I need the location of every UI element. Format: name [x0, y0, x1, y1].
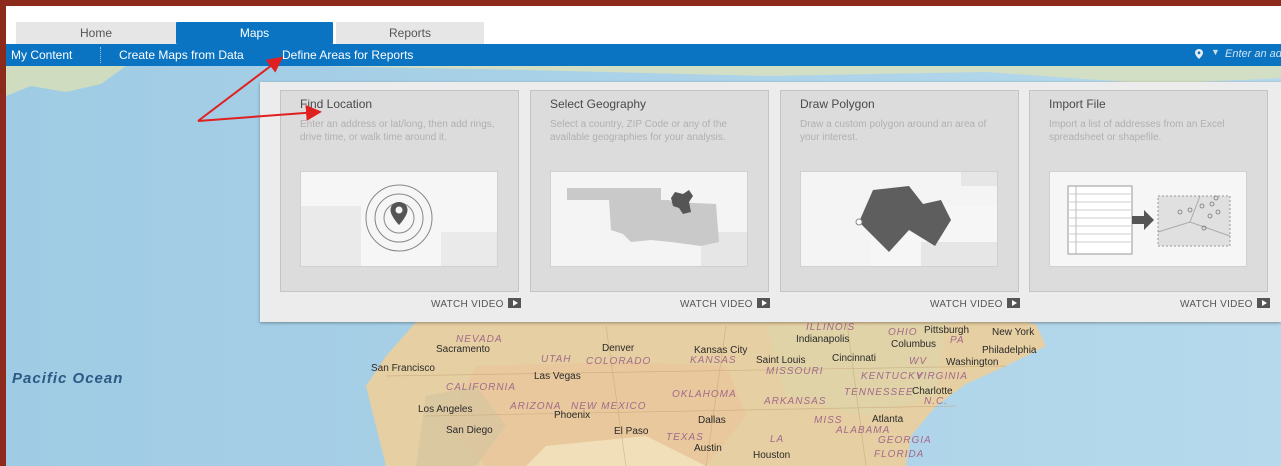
- watch-video-label: WATCH VIDEO: [431, 299, 504, 310]
- city-label: Indianapolis: [796, 334, 850, 345]
- city-label: Los Angeles: [418, 404, 473, 415]
- draw-polygon-card[interactable]: Draw Polygon Draw a custom polygon aroun…: [780, 90, 1019, 292]
- state-label: VIRGINIA: [916, 371, 968, 382]
- state-label: TENNESSEE: [844, 387, 914, 398]
- play-icon: [756, 298, 770, 308]
- city-label: Las Vegas: [534, 371, 581, 382]
- state-label: UTAH: [541, 354, 572, 365]
- city-label: Dallas: [698, 415, 726, 426]
- ocean-label: Pacific Ocean: [12, 370, 124, 387]
- card-title: Draw Polygon: [800, 97, 875, 111]
- play-icon: [1006, 298, 1020, 308]
- select-geography-watch-video-link[interactable]: WATCH VIDEO: [680, 298, 770, 310]
- select-geography-card[interactable]: Select Geography Select a country, ZIP C…: [530, 90, 769, 292]
- app-window: Home Maps Reports My Content Create Maps…: [6, 6, 1281, 466]
- state-label: OKLAHOMA: [672, 389, 737, 400]
- city-label: San Francisco: [371, 363, 435, 374]
- state-label: ARKANSAS: [764, 396, 827, 407]
- state-label: NEW MEXICO: [571, 401, 647, 412]
- state-label: N.C.: [924, 396, 948, 407]
- card-title: Import File: [1049, 97, 1106, 111]
- play-icon: [507, 298, 521, 308]
- my-content-link[interactable]: My Content: [11, 44, 72, 66]
- location-pin-icon[interactable]: [1195, 49, 1203, 59]
- city-label: Sacramento: [436, 344, 490, 355]
- city-label: Cincinnati: [832, 353, 876, 364]
- card-description: Select a country, ZIP Code or any of the…: [550, 119, 727, 143]
- card-description: Import a list of addresses from an Excel…: [1049, 119, 1225, 143]
- tab-maps[interactable]: Maps: [176, 22, 333, 44]
- state-label: CALIFORNIA: [446, 382, 517, 393]
- draw-polygon-watch-video-link[interactable]: WATCH VIDEO: [930, 298, 1020, 310]
- state-label: ARIZONA: [510, 401, 562, 412]
- find-location-watch-video-link[interactable]: WATCH VIDEO: [431, 298, 521, 310]
- location-rings-icon: [300, 171, 498, 267]
- sub-navigation-ribbon: My Content Create Maps from Data Define …: [6, 44, 1281, 66]
- watch-video-label: WATCH VIDEO: [930, 299, 1003, 310]
- city-label: Saint Louis: [756, 355, 806, 366]
- state-label: GEORGIA: [878, 435, 932, 446]
- state-label: WV: [909, 356, 928, 367]
- chevron-down-icon[interactable]: ▼: [1211, 47, 1220, 57]
- city-label: New York: [992, 327, 1035, 338]
- state-label: COLORADO: [586, 356, 652, 367]
- city-label: Philadelphia: [982, 345, 1037, 356]
- find-location-card[interactable]: Find Location Enter an address or lat/lo…: [280, 90, 519, 292]
- state-label: OHIO: [888, 327, 918, 338]
- card-description: Draw a custom polygon around an area of …: [800, 119, 987, 143]
- polygon-icon: [800, 171, 998, 267]
- state-map-icon: [550, 171, 748, 267]
- city-label: Columbus: [891, 339, 937, 350]
- state-label: NEVADA: [456, 334, 503, 345]
- address-search: ▼: [1191, 44, 1281, 66]
- tab-reports[interactable]: Reports: [336, 22, 484, 44]
- import-file-icon: [1049, 171, 1247, 267]
- define-areas-panel: Find Location Enter an address or lat/lo…: [260, 82, 1281, 322]
- state-label: FLORIDA: [874, 449, 925, 460]
- city-label: San Diego: [446, 425, 493, 436]
- city-label: Denver: [602, 343, 635, 354]
- play-icon: [1256, 298, 1270, 308]
- city-label: Washington: [946, 357, 999, 368]
- state-label: ILLINOIS: [806, 322, 856, 333]
- city-label: El Paso: [614, 426, 649, 437]
- address-search-input[interactable]: [1225, 45, 1281, 63]
- ribbon-separator: [100, 47, 102, 63]
- state-label: PA: [950, 335, 965, 346]
- watch-video-label: WATCH VIDEO: [680, 299, 753, 310]
- tab-home[interactable]: Home: [16, 22, 176, 44]
- state-label: KANSAS: [690, 355, 737, 366]
- state-label: KENTUCKY: [861, 371, 924, 382]
- card-title: Find Location: [300, 97, 373, 111]
- top-tab-bar: Home Maps Reports: [6, 6, 1281, 44]
- city-label: Austin: [694, 443, 722, 454]
- card-title: Select Geography: [550, 97, 647, 111]
- define-areas-for-reports-link[interactable]: Define Areas for Reports: [282, 44, 413, 66]
- city-label: Houston: [753, 450, 791, 461]
- watch-video-label: WATCH VIDEO: [1180, 299, 1253, 310]
- import-file-watch-video-link[interactable]: WATCH VIDEO: [1180, 298, 1270, 310]
- import-file-card[interactable]: Import File Import a list of addresses f…: [1029, 90, 1268, 292]
- create-maps-from-data-link[interactable]: Create Maps from Data: [119, 44, 244, 66]
- city-label: Atlanta: [872, 414, 904, 425]
- state-label: LA: [770, 434, 785, 445]
- state-label: MISSOURI: [766, 366, 824, 377]
- state-label: TEXAS: [666, 432, 704, 443]
- card-description: Enter an address or lat/long, then add r…: [300, 119, 495, 143]
